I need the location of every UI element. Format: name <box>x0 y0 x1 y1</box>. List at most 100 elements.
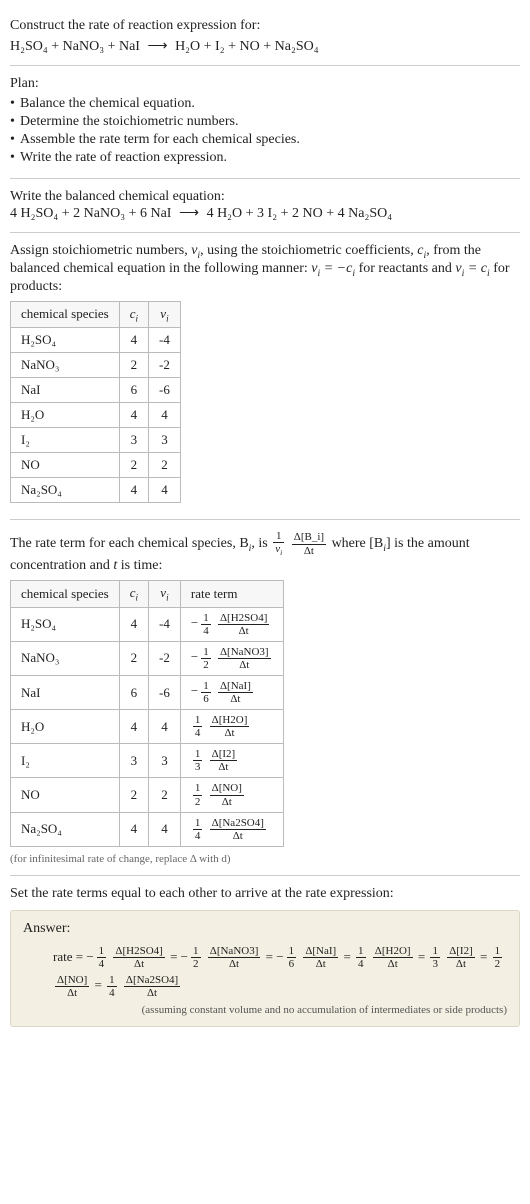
table-row: H₂O4414 Δ[H2O]Δt <box>11 710 284 744</box>
frac-den: 2 <box>193 796 203 808</box>
text-part: where [B <box>332 536 384 551</box>
cell-rate: 14 Δ[Na2SO4]Δt <box>180 812 283 846</box>
fraction: 13 <box>193 748 203 773</box>
table-row: I₂3313 Δ[I2]Δt <box>11 744 284 778</box>
assign-part: Assign stoichiometric numbers, <box>10 243 191 258</box>
frac-num: Δ[H2SO4] <box>218 612 269 625</box>
frac-num: 1 <box>201 680 211 693</box>
answer-equation: rate = −14 Δ[H2SO4]Δt = −12 Δ[NaNO3]Δt =… <box>23 943 507 1000</box>
assign-part: for reactants and <box>355 261 455 276</box>
table-row: Na₂SO₄4414 Δ[Na2SO4]Δt <box>11 812 284 846</box>
frac-den: Δt <box>218 659 271 671</box>
balanced-equation: 4 H₂SO₄ + 2 NaNO₃ + 6 NaI ⟶ 4 H₂O + 3 I₂… <box>10 205 520 222</box>
frac-num: Δ[NaNO3] <box>218 646 271 659</box>
cell-rate: 12 Δ[NO]Δt <box>180 778 283 812</box>
table-row: H₂SO₄4-4−14 Δ[H2SO4]Δt <box>11 607 284 641</box>
frac-den: Δt <box>210 796 244 808</box>
fraction: 14 <box>107 974 117 999</box>
frac-den: Δt <box>210 761 238 773</box>
fraction: 12 <box>191 945 201 970</box>
fraction: 12 <box>201 646 211 671</box>
rateterm-section: The rate term for each chemical species,… <box>10 520 520 876</box>
table-row: NaNO₃2-2−12 Δ[NaNO3]Δt <box>11 641 284 675</box>
frac-num: Δ[NO] <box>210 782 244 795</box>
cell-ci: 2 <box>119 641 148 675</box>
cell-species: NO <box>11 453 120 478</box>
cell-nui: 4 <box>149 710 181 744</box>
cell-ci: 4 <box>119 328 148 353</box>
col-ci: ci <box>119 580 148 607</box>
fraction: Δ[NaNO3]Δt <box>218 646 271 671</box>
cell-nui: 4 <box>149 812 181 846</box>
cell-species: NO <box>11 778 120 812</box>
frac-den: Δt <box>303 958 338 970</box>
cell-ci: 4 <box>119 710 148 744</box>
frac-den: Δt <box>292 545 326 557</box>
minus-sign: − <box>276 949 283 964</box>
cell-ci: 2 <box>119 353 148 378</box>
frac-den: Δt <box>124 987 180 999</box>
cell-species: H₂SO₄ <box>11 607 120 641</box>
cell-nui: 2 <box>149 453 181 478</box>
cell-ci: 3 <box>119 744 148 778</box>
frac-num: Δ[B_i] <box>292 531 326 544</box>
cell-species: Na₂SO₄ <box>11 812 120 846</box>
cell-rate: −12 Δ[NaNO3]Δt <box>180 641 283 675</box>
fraction: Δ[H2SO4]Δt <box>113 945 164 970</box>
balanced-section: Write the balanced chemical equation: 4 … <box>10 179 520 233</box>
fraction: 14 <box>97 945 107 970</box>
cell-nui: 3 <box>149 744 181 778</box>
frac-num: 1 <box>430 945 440 958</box>
fraction: Δ[I2]Δt <box>210 748 238 773</box>
cell-rate: 14 Δ[H2O]Δt <box>180 710 283 744</box>
fraction: Δ[NO]Δt <box>210 782 244 807</box>
col-nui: νi <box>149 301 181 328</box>
fraction: 12 <box>493 945 503 970</box>
fraction: 14 <box>201 612 211 637</box>
frac-num: 1 <box>287 945 297 958</box>
fraction: 12 <box>193 782 203 807</box>
cell-nui: -6 <box>149 675 181 709</box>
col-rate: rate term <box>180 580 283 607</box>
frac-num: 1 <box>356 945 366 958</box>
minus-sign: − <box>191 683 198 698</box>
frac-num: 1 <box>193 748 203 761</box>
table-row: Na₂SO₄44 <box>11 478 181 503</box>
cell-nui: 2 <box>149 778 181 812</box>
cell-species: I₂ <box>11 744 120 778</box>
cell-ci: 3 <box>119 428 148 453</box>
frac-den: 2 <box>191 958 201 970</box>
cell-nui: 4 <box>149 403 181 428</box>
col-species: chemical species <box>11 301 120 328</box>
frac-num: Δ[I2] <box>447 945 475 958</box>
fraction: Δ[I2]Δt <box>447 945 475 970</box>
frac-den: 6 <box>287 958 297 970</box>
text-part: The rate term for each chemical species,… <box>10 536 249 551</box>
fraction: 16 <box>201 680 211 705</box>
frac-den: 4 <box>356 958 366 970</box>
rel2: νi = ci <box>455 261 489 276</box>
nu-i: νi <box>191 243 200 258</box>
frac-num: 1 <box>107 974 117 987</box>
frac-den: 3 <box>193 761 203 773</box>
frac-den: 4 <box>201 625 211 637</box>
frac-num: Δ[H2SO4] <box>113 945 164 958</box>
arrow-icon: ⟶ <box>147 38 167 55</box>
table-row: I₂33 <box>11 428 181 453</box>
plan-list: Balance the chemical equation. Determine… <box>10 96 520 166</box>
cell-ci: 4 <box>119 812 148 846</box>
assign-section: Assign stoichiometric numbers, νi, using… <box>10 233 520 520</box>
frac-num: 1 <box>201 612 211 625</box>
assign-text: Assign stoichiometric numbers, νi, using… <box>10 243 520 295</box>
frac-num: 1 <box>273 530 284 543</box>
cell-ci: 6 <box>119 675 148 709</box>
frac-num: Δ[H2O] <box>210 714 250 727</box>
fraction: Δ[Na2SO4]Δt <box>124 974 180 999</box>
plan-item: Assemble the rate term for each chemical… <box>10 132 520 148</box>
cell-ci: 4 <box>119 478 148 503</box>
fraction: 14 <box>356 945 366 970</box>
plan-item: Determine the stoichiometric numbers. <box>10 114 520 130</box>
arrow-icon: ⟶ <box>179 205 199 222</box>
rel1: νi = −ci <box>311 261 355 276</box>
frac-den: Δt <box>210 830 266 842</box>
